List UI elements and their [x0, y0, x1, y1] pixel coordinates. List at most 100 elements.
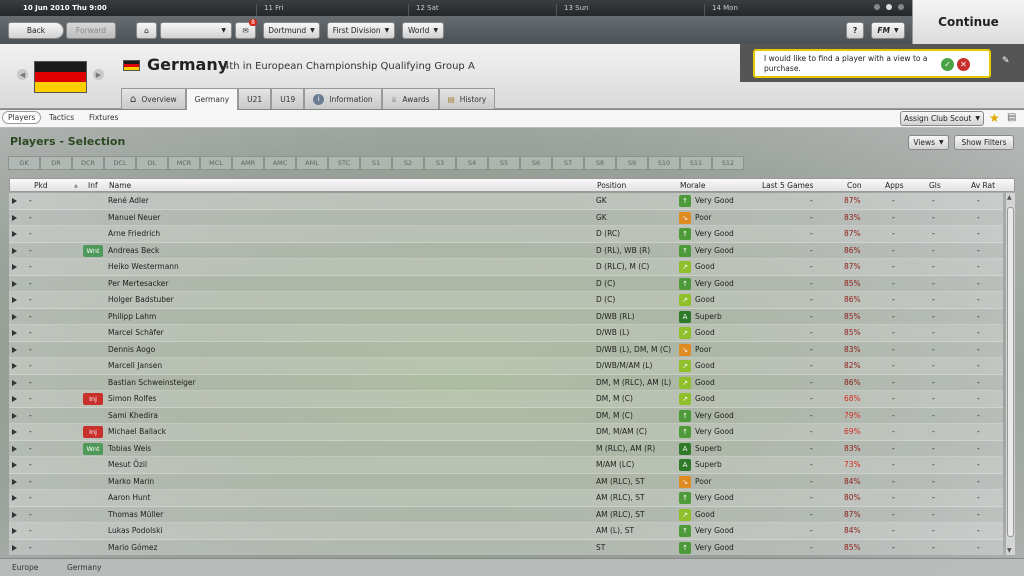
table-row[interactable]: - Lukas Podolski AM (L), ST ↑ Very Good - 84% -…: [9, 523, 1003, 540]
position-filter-pill[interactable]: S8: [584, 156, 616, 170]
player-status-badge[interactable]: Inj: [83, 426, 103, 438]
tab-awards[interactable]: ♕ Awards: [381, 88, 439, 109]
player-name[interactable]: Bastian Schweinsteiger: [108, 378, 196, 387]
table-row[interactable]: - René Adler GK ↑ Very Good - 87% - - -: [9, 193, 1003, 210]
player-name[interactable]: Mesut Özil: [108, 460, 147, 469]
position-filter-pill[interactable]: DCL: [104, 156, 136, 170]
play-arrow-icon[interactable]: [12, 297, 17, 303]
table-row[interactable]: - Bastian Schweinsteiger DM, M (RLC), AM (…: [9, 374, 1003, 391]
tab-germany[interactable]: Germany: [185, 88, 239, 110]
inbox-button[interactable]: ✉ 8: [235, 19, 257, 39]
table-row[interactable]: - Inj Michael Ballack DM, M/AM (C) ↑ Very Goo…: [9, 424, 1003, 441]
table-row[interactable]: - Marko Marin AM (RLC), ST ↘ Poor - 84% - - -: [9, 473, 1003, 490]
play-arrow-icon[interactable]: [12, 462, 17, 468]
tab-information[interactable]: i Information: [304, 88, 382, 109]
play-arrow-icon[interactable]: [12, 231, 17, 237]
calendar-day[interactable]: 13 Sun: [556, 4, 588, 16]
table-row[interactable]: - Heiko Westermann D (RLC), M (C) ↗ Good - 87%…: [9, 259, 1003, 276]
play-arrow-icon[interactable]: [12, 412, 17, 419]
calendar-day[interactable]: 11 Fri: [256, 4, 283, 16]
player-name[interactable]: René Adler: [108, 196, 149, 205]
position-filter-pill[interactable]: DR: [40, 156, 72, 170]
position-filter-pill[interactable]: S4: [456, 156, 488, 170]
player-name[interactable]: Andreas Beck: [108, 246, 159, 255]
views-dropdown[interactable]: Views ▼: [908, 135, 949, 150]
decline-icon[interactable]: ✕: [957, 58, 970, 71]
player-name[interactable]: Lukas Podolski: [108, 526, 163, 535]
star-icon[interactable]: ★: [989, 111, 1000, 125]
position-filter-pill[interactable]: AMR: [232, 156, 264, 170]
fm-menu-button[interactable]: FM ▼: [871, 22, 905, 39]
player-name[interactable]: Arne Friedrich: [108, 229, 160, 238]
position-filter-pill[interactable]: S6: [520, 156, 552, 170]
table-row[interactable]: - Marcel Schäfer D/WB (L) ↗ Good - 85% - - -: [9, 325, 1003, 342]
position-filter-pill[interactable]: DCR: [72, 156, 104, 170]
position-filter-pill[interactable]: S3: [424, 156, 456, 170]
play-arrow-icon[interactable]: [12, 346, 17, 353]
position-filter-pill[interactable]: S5: [488, 156, 520, 170]
subtab-players[interactable]: Players: [2, 111, 42, 124]
column-header-apps[interactable]: Apps: [885, 181, 904, 190]
position-filter-pill[interactable]: AMC: [264, 156, 296, 170]
column-header-name[interactable]: Name: [109, 181, 131, 190]
player-name[interactable]: Michael Ballack: [108, 427, 166, 436]
column-header-avrat[interactable]: Av Rat: [971, 181, 995, 190]
column-header-gls[interactable]: Gls: [929, 181, 941, 190]
table-row[interactable]: - Sami Khedira DM, M (C) ↑ Very Good - 79% - - -: [9, 407, 1003, 424]
play-arrow-icon[interactable]: [12, 495, 17, 501]
player-name[interactable]: Sami Khedira: [108, 411, 158, 420]
table-row[interactable]: - Arne Friedrich D (RC) ↑ Very Good - 87% - - -: [9, 226, 1003, 243]
calendar-day[interactable]: 12 Sat: [408, 4, 439, 16]
breadcrumb-germany[interactable]: Germany: [67, 563, 101, 572]
play-arrow-icon[interactable]: [12, 280, 17, 287]
play-arrow-icon[interactable]: [12, 528, 17, 534]
player-name[interactable]: Marcel Schäfer: [108, 328, 164, 337]
player-name[interactable]: Manuel Neuer: [108, 213, 160, 222]
player-name[interactable]: Thomas Müller: [108, 510, 163, 519]
column-header-last5[interactable]: Last 5 Games: [762, 181, 813, 190]
home-button[interactable]: ⌂: [136, 22, 157, 39]
table-row[interactable]: - Wnt Andreas Beck D (RL), WB (R) ↑ Very Good…: [9, 242, 1003, 259]
world-dropdown[interactable]: World ▼: [402, 22, 444, 39]
table-row[interactable]: - Thomas Müller AM (RLC), ST ↗ Good - 87% - - -: [9, 506, 1003, 523]
breadcrumb-europe[interactable]: Europe: [12, 563, 38, 572]
vertical-scrollbar[interactable]: ▲ ▼: [1005, 193, 1015, 555]
player-name[interactable]: Simon Rolfes: [108, 394, 157, 403]
play-arrow-icon[interactable]: [12, 330, 17, 336]
scroll-down-icon[interactable]: ▼: [1007, 547, 1012, 554]
table-row[interactable]: - Holger Badstuber D (C) ↗ Good - 86% - - -: [9, 292, 1003, 309]
position-filter-pill[interactable]: DL: [136, 156, 168, 170]
table-row[interactable]: - Dennis Aogo D/WB (L), DM, M (C) ↘ Poor - 83%…: [9, 341, 1003, 358]
play-arrow-icon[interactable]: [12, 445, 17, 452]
play-arrow-icon[interactable]: [12, 363, 17, 369]
play-arrow-icon[interactable]: [12, 247, 17, 254]
play-arrow-icon[interactable]: [12, 214, 17, 221]
position-filter-pill[interactable]: GK: [8, 156, 40, 170]
play-arrow-icon[interactable]: [12, 313, 17, 320]
next-nation-icon[interactable]: ▶: [93, 69, 104, 80]
player-status-badge[interactable]: Wnt: [83, 244, 103, 257]
tab-u21[interactable]: U21: [238, 88, 272, 109]
continue-button[interactable]: Continue: [912, 0, 1024, 44]
position-filter-pill[interactable]: S9: [616, 156, 648, 170]
position-filter-pill[interactable]: MCR: [168, 156, 200, 170]
position-filter-pill[interactable]: STC: [328, 156, 360, 170]
player-name[interactable]: Heiko Westermann: [108, 262, 179, 271]
player-name[interactable]: Philipp Lahm: [108, 312, 156, 321]
scrollbar-thumb[interactable]: [1007, 207, 1014, 537]
play-arrow-icon[interactable]: [12, 379, 17, 386]
forward-button[interactable]: Forward: [66, 22, 116, 39]
position-filter-pill[interactable]: S11: [680, 156, 712, 170]
player-name[interactable]: Per Mertesacker: [108, 279, 168, 288]
position-filter-pill[interactable]: S7: [552, 156, 584, 170]
position-filter-pill[interactable]: S10: [648, 156, 680, 170]
calendar-day[interactable]: 14 Mon: [704, 4, 738, 16]
play-arrow-icon[interactable]: [12, 198, 17, 204]
table-row[interactable]: - Per Mertesacker D (C) ↑ Very Good - 85% - - -: [9, 275, 1003, 292]
play-arrow-icon[interactable]: [12, 544, 17, 551]
back-button[interactable]: Back: [8, 22, 64, 39]
player-name[interactable]: Mario Gómez: [108, 543, 157, 552]
quick-search-dropdown[interactable]: ▼: [160, 22, 232, 39]
tab-history[interactable]: ▤ History: [438, 88, 496, 109]
wrench-icon[interactable]: ✎: [1002, 56, 1010, 66]
